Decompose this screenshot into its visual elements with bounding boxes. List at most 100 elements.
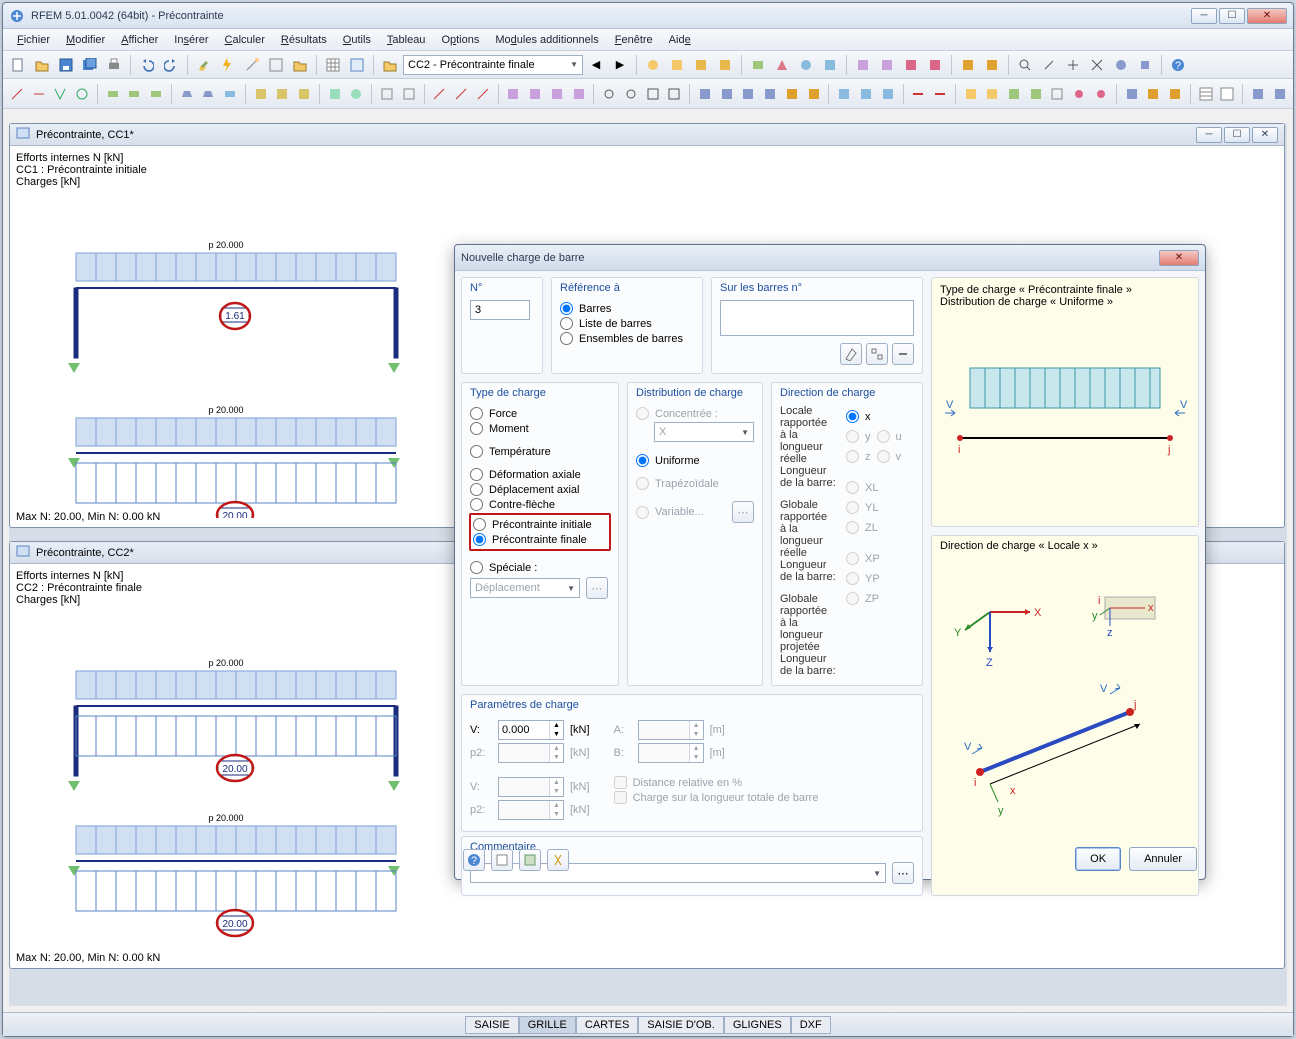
open-icon[interactable] [31,54,53,76]
t2-5-icon[interactable] [103,83,123,105]
t2-6-icon[interactable] [124,83,144,105]
tool-d-icon[interactable] [714,54,736,76]
menu-options[interactable]: Options [435,32,485,48]
t2-21-icon[interactable] [504,83,524,105]
t2-43-icon[interactable] [1026,83,1046,105]
status-cartes[interactable]: CARTES [576,1016,638,1034]
type-pi-radio[interactable]: Précontrainte initiale [473,518,607,531]
ok-button[interactable]: OK [1075,847,1121,871]
ref-ens-radio[interactable]: Ensembles de barres [560,332,694,345]
dir-x-radio[interactable]: x [846,410,871,423]
details-button[interactable] [491,849,513,871]
t2-50-icon[interactable] [1196,83,1216,105]
main-close-button[interactable]: ✕ [1247,8,1287,24]
t2-32-icon[interactable] [760,83,780,105]
t2-53-icon[interactable] [1270,83,1290,105]
t2-45-icon[interactable] [1069,83,1089,105]
t2-49-icon[interactable] [1165,83,1185,105]
status-grille[interactable]: GRILLE [519,1016,576,1034]
pick-members-icon[interactable] [840,343,862,365]
t2-2-icon[interactable] [29,83,49,105]
tool-m-icon[interactable] [957,54,979,76]
t2-41-icon[interactable] [982,83,1002,105]
t2-35-icon[interactable] [834,83,854,105]
new-icon[interactable] [7,54,29,76]
type-spec-button[interactable]: ⋯ [586,577,608,599]
menu-modules[interactable]: Modules additionnels [489,32,604,48]
lightning-icon[interactable] [217,54,239,76]
type-force-radio[interactable]: Force [470,407,610,420]
tool-k-icon[interactable] [900,54,922,76]
print-icon[interactable] [103,54,125,76]
tool-h-icon[interactable] [819,54,841,76]
ref-barres-radio[interactable]: Barres [560,302,694,315]
clear-icon[interactable] [892,343,914,365]
tool-c-icon[interactable] [690,54,712,76]
t2-20-icon[interactable] [473,83,493,105]
prev-icon[interactable]: ◀ [585,54,607,76]
undo-icon[interactable] [136,54,158,76]
t2-34-icon[interactable] [804,83,824,105]
t2-40-icon[interactable] [961,83,981,105]
t2-47-icon[interactable] [1122,83,1142,105]
doc1-max[interactable]: ☐ [1224,127,1250,143]
t2-17-icon[interactable] [399,83,419,105]
help-icon[interactable]: ? [1167,54,1189,76]
zoom-icon[interactable] [1014,54,1036,76]
t2-42-icon[interactable] [1004,83,1024,105]
t2-28-icon[interactable] [665,83,685,105]
menu-fenetre[interactable]: Fenêtre [609,32,659,48]
t2-16-icon[interactable] [377,83,397,105]
tool-s-icon[interactable] [1134,54,1156,76]
table2-icon[interactable] [346,54,368,76]
t2-39-icon[interactable] [930,83,950,105]
menu-inserer[interactable]: Insérer [168,32,214,48]
folder2-icon[interactable] [289,54,311,76]
frame-icon[interactable] [265,54,287,76]
saveall-icon[interactable] [79,54,101,76]
ref-liste-radio[interactable]: Liste de barres [560,317,694,330]
menu-outils[interactable]: Outils [337,32,377,48]
param-v-spin[interactable]: ▲▼ [498,720,564,740]
tool-q-icon[interactable] [1086,54,1108,76]
units-button[interactable] [519,849,541,871]
t2-27-icon[interactable] [643,83,663,105]
type-spec-combo[interactable]: Déplacement▼ [470,578,580,598]
tool-j-icon[interactable] [876,54,898,76]
cancel-button[interactable]: Annuler [1129,847,1197,871]
menu-aide[interactable]: Aide [663,32,697,48]
doc1-min[interactable]: ─ [1196,127,1222,143]
status-dxf[interactable]: DXF [791,1016,831,1034]
t2-11-icon[interactable] [251,83,271,105]
t2-7-icon[interactable] [146,83,166,105]
t2-24-icon[interactable] [569,83,589,105]
t2-30-icon[interactable] [717,83,737,105]
table-icon[interactable] [322,54,344,76]
t2-31-icon[interactable] [739,83,759,105]
t2-52-icon[interactable] [1248,83,1268,105]
t2-12-icon[interactable] [273,83,293,105]
type-depax-radio[interactable]: Déplacement axial [470,483,610,496]
status-saisie[interactable]: SAISIE [465,1016,518,1034]
save-icon[interactable] [55,54,77,76]
t2-37-icon[interactable] [878,83,898,105]
type-pf-radio[interactable]: Précontrainte finale [473,533,607,546]
wand-icon[interactable] [241,54,263,76]
t2-33-icon[interactable] [782,83,802,105]
tool-l-icon[interactable] [924,54,946,76]
t2-23-icon[interactable] [547,83,567,105]
dialog-close-button[interactable]: ✕ [1159,250,1199,266]
t2-15-icon[interactable] [347,83,367,105]
main-maximize-button[interactable]: ☐ [1219,8,1245,24]
menu-resultats[interactable]: Résultats [275,32,333,48]
tool-a-icon[interactable] [642,54,664,76]
t2-48-icon[interactable] [1143,83,1163,105]
doc1-close[interactable]: ✕ [1252,127,1278,143]
t2-26-icon[interactable] [621,83,641,105]
type-defax-radio[interactable]: Déformation axiale [470,468,610,481]
loadcase-combo[interactable]: CC2 - Précontrainte finale ▼ [403,55,583,75]
t2-29-icon[interactable] [695,83,715,105]
menu-modifier[interactable]: Modifier [60,32,111,48]
main-minimize-button[interactable]: ─ [1191,8,1217,24]
t2-9-icon[interactable] [199,83,219,105]
